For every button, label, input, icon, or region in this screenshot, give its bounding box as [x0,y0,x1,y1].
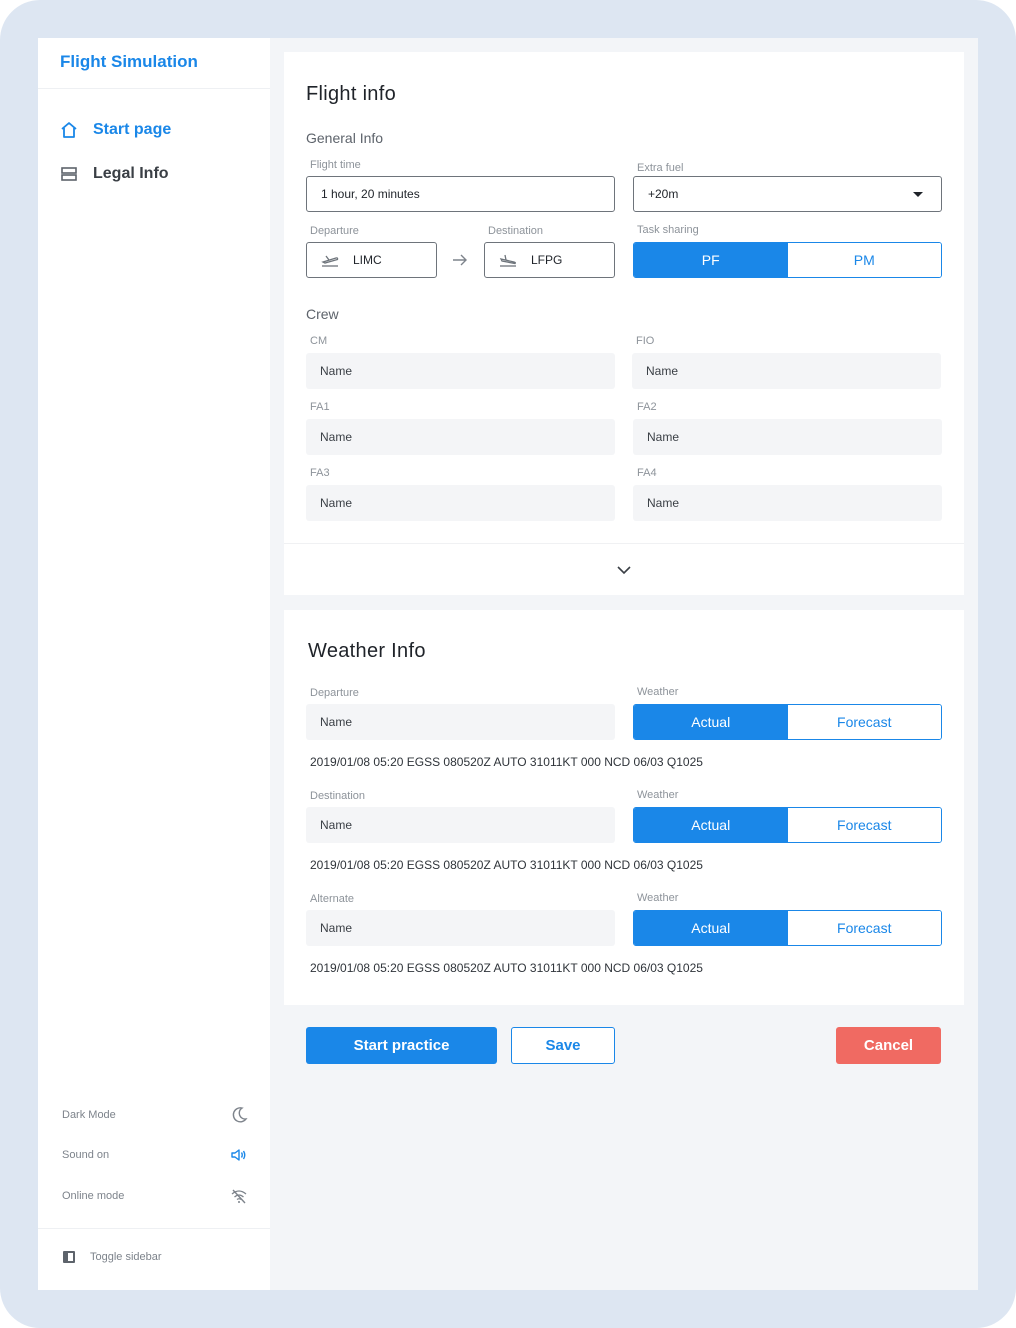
crew-fio-label: FIO [636,335,655,347]
weather-type-label: Weather [637,892,679,904]
crew-fa4-label: FA4 [637,467,657,479]
takeoff-icon [321,253,339,267]
sidebar-item-label: Legal Info [93,165,169,182]
input-placeholder: Name [320,430,353,444]
online-mode-setting[interactable]: Online mode [62,1186,248,1206]
crew-cm-input[interactable]: Name [306,353,615,389]
app-title: Flight Simulation [60,52,198,71]
arrow-right-icon [452,253,468,267]
weather-type-label: Weather [637,686,679,698]
crew-label: Crew [306,306,339,322]
toggle-sidebar-button[interactable]: Toggle sidebar [62,1250,162,1264]
extra-fuel-value: +20m [648,187,679,201]
crew-fa1-input[interactable]: Name [306,419,615,455]
task-sharing-label: Task sharing [637,224,699,236]
weather-departure-input[interactable]: Name [306,704,615,740]
wifi-off-icon[interactable] [230,1187,248,1205]
alternate-weather-toggle[interactable]: Actual Forecast [633,910,942,946]
crew-fa2-label: FA2 [637,401,657,413]
actual-option[interactable]: Actual [634,705,788,739]
actual-option[interactable]: Actual [634,911,788,945]
sidebar-divider [38,88,270,89]
destination-weather-toggle[interactable]: Actual Forecast [633,807,942,843]
weather-destination-label: Destination [310,790,366,802]
departure-metar: 2019/01/08 05:20 EGSS 080520Z AUTO 31011… [310,755,703,769]
weather-type-label: Weather [637,789,679,801]
weather-info-title: Weather Info [308,640,426,662]
crew-fa4-input[interactable]: Name [633,485,942,521]
flight-time-input[interactable]: 1 hour, 20 minutes [306,176,615,212]
input-placeholder: Name [320,818,353,832]
chevron-down-icon [913,192,923,197]
sidebar-bottom-divider [38,1228,270,1229]
extra-fuel-select[interactable]: +20m [633,176,942,212]
input-placeholder: Name [647,430,680,444]
destination-input[interactable]: LFPG [484,242,615,278]
sidebar-item-start-page[interactable]: Start page [60,118,171,142]
input-placeholder: Name [647,496,680,510]
crew-fio-input[interactable]: Name [632,353,941,389]
crew-fa3-label: FA3 [310,467,330,479]
task-sharing-pf[interactable]: PF [634,243,788,277]
extra-fuel-label: Extra fuel [637,162,684,174]
general-info-label: General Info [306,130,384,146]
destination-metar: 2019/01/08 05:20 EGSS 080520Z AUTO 31011… [310,858,703,872]
crew-cm-label: CM [310,335,328,347]
card-divider [284,543,964,544]
flight-info-card: Flight info General Info Flight time 1 h… [284,52,964,595]
setting-label: Online mode [62,1190,125,1202]
moon-icon[interactable] [230,1106,248,1124]
cancel-button[interactable]: Cancel [836,1027,941,1064]
departure-weather-toggle[interactable]: Actual Forecast [633,704,942,740]
input-placeholder: Name [320,496,353,510]
expand-chevron-icon[interactable] [616,563,632,575]
crew-fa1-label: FA1 [310,401,330,413]
input-placeholder: Name [320,364,353,378]
forecast-option[interactable]: Forecast [787,808,941,842]
setting-label: Dark Mode [62,1109,116,1121]
app-screen: Flight Simulation Start page Legal Info … [38,38,978,1290]
forecast-option[interactable]: Forecast [787,705,941,739]
crew-fa2-input[interactable]: Name [633,419,942,455]
departure-label: Departure [310,225,359,237]
actual-option[interactable]: Actual [634,808,788,842]
destination-value: LFPG [531,253,563,267]
flight-info-title: Flight info [306,83,397,105]
save-button[interactable]: Save [511,1027,615,1064]
input-placeholder: Name [320,921,353,935]
weather-departure-label: Departure [310,687,359,699]
weather-info-card: Weather Info Departure Name Weather Actu… [284,610,964,1005]
weather-alternate-label: Alternate [310,893,355,905]
layers-icon [60,165,78,183]
sidebar-toggle-icon [62,1250,76,1264]
task-sharing-pm[interactable]: PM [787,243,941,277]
forecast-option[interactable]: Forecast [787,911,941,945]
input-placeholder: Name [646,364,679,378]
sound-setting[interactable]: Sound on [62,1145,248,1165]
crew-fa3-input[interactable]: Name [306,485,615,521]
sidebar-item-legal-info[interactable]: Legal Info [60,162,169,186]
weather-destination-input[interactable]: Name [306,807,615,843]
setting-label: Sound on [62,1149,110,1161]
home-icon [60,121,78,139]
destination-label: Destination [488,225,544,237]
dark-mode-setting[interactable]: Dark Mode [62,1105,248,1125]
landing-icon [499,253,517,267]
departure-value: LIMC [353,253,382,267]
departure-input[interactable]: LIMC [306,242,437,278]
toggle-sidebar-label: Toggle sidebar [90,1251,162,1263]
flight-time-label: Flight time [310,159,361,171]
alternate-metar: 2019/01/08 05:20 EGSS 080520Z AUTO 31011… [310,961,703,975]
task-sharing-toggle[interactable]: PF PM [633,242,942,278]
device-frame: Flight Simulation Start page Legal Info … [0,0,1016,1328]
start-practice-button[interactable]: Start practice [306,1027,497,1064]
input-placeholder: Name [320,715,353,729]
weather-alternate-input[interactable]: Name [306,910,615,946]
flight-time-value: 1 hour, 20 minutes [321,187,420,201]
sidebar-item-label: Start page [93,121,172,138]
speaker-icon[interactable] [230,1146,248,1164]
sidebar: Flight Simulation Start page Legal Info … [38,38,270,1290]
